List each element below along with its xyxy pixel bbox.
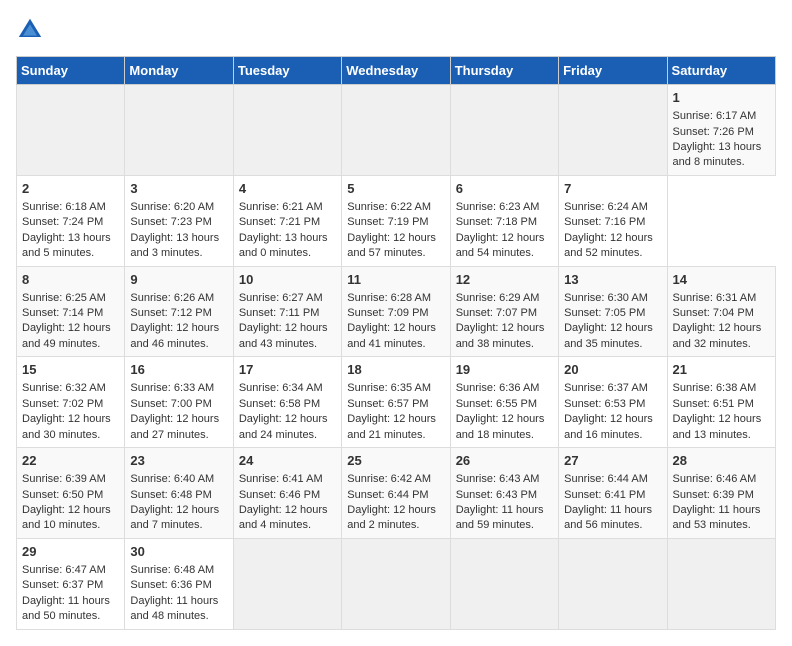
calendar-day: 10Sunrise: 6:27 AMSunset: 7:11 PMDayligh… xyxy=(233,266,341,357)
calendar-week-row: 2Sunrise: 6:18 AMSunset: 7:24 PMDaylight… xyxy=(17,175,776,266)
day-of-week-header: Monday xyxy=(125,57,233,85)
calendar-day-empty xyxy=(17,85,125,176)
day-number: 25 xyxy=(347,452,444,470)
calendar-day: 2Sunrise: 6:18 AMSunset: 7:24 PMDaylight… xyxy=(17,175,125,266)
day-number: 8 xyxy=(22,271,119,289)
day-number: 22 xyxy=(22,452,119,470)
day-number: 2 xyxy=(22,180,119,198)
day-number: 19 xyxy=(456,361,553,379)
calendar-table: SundayMondayTuesdayWednesdayThursdayFrid… xyxy=(16,56,776,630)
calendar-day-empty xyxy=(342,538,450,629)
calendar-week-row: 8Sunrise: 6:25 AMSunset: 7:14 PMDaylight… xyxy=(17,266,776,357)
day-number: 20 xyxy=(564,361,661,379)
day-number: 24 xyxy=(239,452,336,470)
day-number: 4 xyxy=(239,180,336,198)
calendar-day: 14Sunrise: 6:31 AMSunset: 7:04 PMDayligh… xyxy=(667,266,775,357)
calendar-day: 7Sunrise: 6:24 AMSunset: 7:16 PMDaylight… xyxy=(559,175,667,266)
day-number: 28 xyxy=(673,452,770,470)
calendar-day: 5Sunrise: 6:22 AMSunset: 7:19 PMDaylight… xyxy=(342,175,450,266)
calendar-day: 8Sunrise: 6:25 AMSunset: 7:14 PMDaylight… xyxy=(17,266,125,357)
calendar-day: 6Sunrise: 6:23 AMSunset: 7:18 PMDaylight… xyxy=(450,175,558,266)
logo-icon xyxy=(16,16,44,44)
calendar-day-empty xyxy=(342,85,450,176)
day-of-week-header: Saturday xyxy=(667,57,775,85)
calendar-day: 9Sunrise: 6:26 AMSunset: 7:12 PMDaylight… xyxy=(125,266,233,357)
day-number: 21 xyxy=(673,361,770,379)
day-number: 9 xyxy=(130,271,227,289)
day-of-week-header: Sunday xyxy=(17,57,125,85)
calendar-header-row: SundayMondayTuesdayWednesdayThursdayFrid… xyxy=(17,57,776,85)
calendar-day: 22Sunrise: 6:39 AMSunset: 6:50 PMDayligh… xyxy=(17,448,125,539)
calendar-day: 11Sunrise: 6:28 AMSunset: 7:09 PMDayligh… xyxy=(342,266,450,357)
calendar-day: 3Sunrise: 6:20 AMSunset: 7:23 PMDaylight… xyxy=(125,175,233,266)
day-number: 29 xyxy=(22,543,119,561)
calendar-day-empty xyxy=(559,85,667,176)
calendar-day: 23Sunrise: 6:40 AMSunset: 6:48 PMDayligh… xyxy=(125,448,233,539)
calendar-day: 21Sunrise: 6:38 AMSunset: 6:51 PMDayligh… xyxy=(667,357,775,448)
day-number: 17 xyxy=(239,361,336,379)
calendar-day: 27Sunrise: 6:44 AMSunset: 6:41 PMDayligh… xyxy=(559,448,667,539)
day-number: 1 xyxy=(673,89,770,107)
day-of-week-header: Wednesday xyxy=(342,57,450,85)
calendar-day: 30Sunrise: 6:48 AMSunset: 6:36 PMDayligh… xyxy=(125,538,233,629)
calendar-day-empty xyxy=(450,85,558,176)
calendar-day-empty xyxy=(125,85,233,176)
calendar-day: 17Sunrise: 6:34 AMSunset: 6:58 PMDayligh… xyxy=(233,357,341,448)
day-number: 15 xyxy=(22,361,119,379)
day-number: 16 xyxy=(130,361,227,379)
calendar-day-empty xyxy=(233,538,341,629)
day-number: 12 xyxy=(456,271,553,289)
calendar-day: 12Sunrise: 6:29 AMSunset: 7:07 PMDayligh… xyxy=(450,266,558,357)
day-of-week-header: Friday xyxy=(559,57,667,85)
page-header xyxy=(16,16,776,44)
day-of-week-header: Thursday xyxy=(450,57,558,85)
calendar-day: 26Sunrise: 6:43 AMSunset: 6:43 PMDayligh… xyxy=(450,448,558,539)
day-number: 13 xyxy=(564,271,661,289)
day-number: 26 xyxy=(456,452,553,470)
day-number: 11 xyxy=(347,271,444,289)
calendar-day: 1Sunrise: 6:17 AMSunset: 7:26 PMDaylight… xyxy=(667,85,775,176)
calendar-day: 19Sunrise: 6:36 AMSunset: 6:55 PMDayligh… xyxy=(450,357,558,448)
calendar-day: 25Sunrise: 6:42 AMSunset: 6:44 PMDayligh… xyxy=(342,448,450,539)
calendar-day-empty xyxy=(559,538,667,629)
calendar-week-row: 22Sunrise: 6:39 AMSunset: 6:50 PMDayligh… xyxy=(17,448,776,539)
calendar-day: 18Sunrise: 6:35 AMSunset: 6:57 PMDayligh… xyxy=(342,357,450,448)
calendar-day: 13Sunrise: 6:30 AMSunset: 7:05 PMDayligh… xyxy=(559,266,667,357)
day-number: 27 xyxy=(564,452,661,470)
day-number: 18 xyxy=(347,361,444,379)
day-number: 14 xyxy=(673,271,770,289)
calendar-day-empty xyxy=(667,538,775,629)
calendar-day: 4Sunrise: 6:21 AMSunset: 7:21 PMDaylight… xyxy=(233,175,341,266)
calendar-day: 29Sunrise: 6:47 AMSunset: 6:37 PMDayligh… xyxy=(17,538,125,629)
day-number: 5 xyxy=(347,180,444,198)
day-number: 30 xyxy=(130,543,227,561)
day-number: 3 xyxy=(130,180,227,198)
calendar-week-row: 1Sunrise: 6:17 AMSunset: 7:26 PMDaylight… xyxy=(17,85,776,176)
day-number: 7 xyxy=(564,180,661,198)
calendar-week-row: 15Sunrise: 6:32 AMSunset: 7:02 PMDayligh… xyxy=(17,357,776,448)
calendar-day-empty xyxy=(233,85,341,176)
calendar-day: 15Sunrise: 6:32 AMSunset: 7:02 PMDayligh… xyxy=(17,357,125,448)
calendar-day-empty xyxy=(450,538,558,629)
calendar-day: 20Sunrise: 6:37 AMSunset: 6:53 PMDayligh… xyxy=(559,357,667,448)
logo xyxy=(16,16,48,44)
calendar-week-row: 29Sunrise: 6:47 AMSunset: 6:37 PMDayligh… xyxy=(17,538,776,629)
day-number: 23 xyxy=(130,452,227,470)
day-of-week-header: Tuesday xyxy=(233,57,341,85)
day-number: 6 xyxy=(456,180,553,198)
calendar-day: 28Sunrise: 6:46 AMSunset: 6:39 PMDayligh… xyxy=(667,448,775,539)
day-number: 10 xyxy=(239,271,336,289)
calendar-day: 16Sunrise: 6:33 AMSunset: 7:00 PMDayligh… xyxy=(125,357,233,448)
calendar-day: 24Sunrise: 6:41 AMSunset: 6:46 PMDayligh… xyxy=(233,448,341,539)
